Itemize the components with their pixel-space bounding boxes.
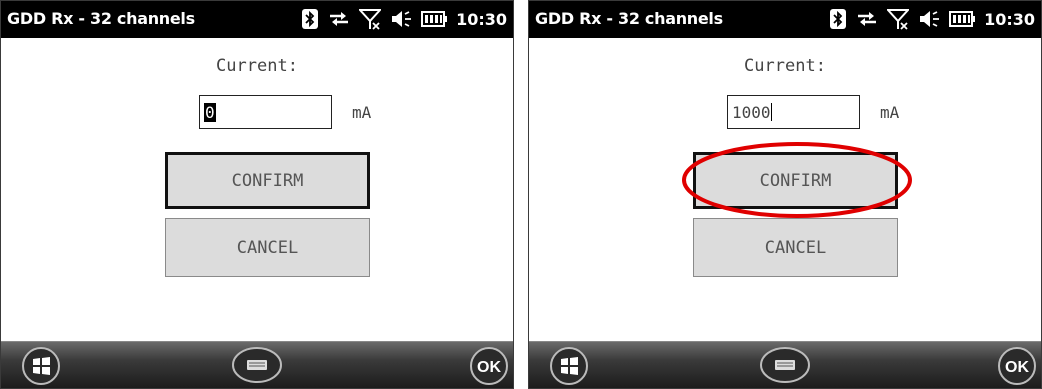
- speaker-icon: [920, 11, 940, 27]
- bottom-bar: OK: [529, 341, 1041, 388]
- speaker-icon: [392, 11, 412, 27]
- keyboard-icon[interactable]: [231, 346, 283, 384]
- bluetooth-icon: [302, 9, 319, 29]
- battery-icon: [949, 11, 976, 27]
- status-icons: 10:30: [829, 7, 1035, 31]
- keyboard-icon[interactable]: [759, 346, 811, 384]
- current-label: Current:: [744, 56, 826, 76]
- app-title: GDD Rx - 32 channels: [7, 9, 195, 28]
- current-input[interactable]: 1000: [727, 95, 860, 129]
- current-input-value: 0: [204, 103, 216, 122]
- clock: 10:30: [456, 9, 507, 29]
- unit-label: mA: [352, 103, 372, 122]
- title-bar: GDD Rx - 32 channels 10:30: [529, 1, 1041, 38]
- app-title: GDD Rx - 32 channels: [535, 9, 723, 28]
- status-icons: 10:30: [301, 7, 507, 31]
- cancel-button[interactable]: CANCEL: [693, 218, 898, 277]
- confirm-button[interactable]: CONFIRM: [165, 152, 370, 209]
- device-screen-right: GDD Rx - 32 channels 10:30 Current: 1000…: [528, 0, 1042, 389]
- device-screen-left: GDD Rx - 32 channels 10:30 Current: 0 mA…: [0, 0, 514, 389]
- bluetooth-icon: [830, 9, 847, 29]
- unit-label: mA: [880, 103, 900, 122]
- windows-start-icon[interactable]: [549, 346, 589, 386]
- ok-button[interactable]: OK: [997, 346, 1037, 386]
- no-signal-icon: [359, 9, 382, 30]
- ok-button[interactable]: OK: [469, 346, 509, 386]
- sync-arrows-icon: [858, 12, 877, 26]
- clock: 10:30: [984, 9, 1035, 29]
- sync-arrows-icon: [330, 12, 349, 26]
- text-caret: [770, 103, 772, 121]
- cancel-button[interactable]: CANCEL: [165, 218, 370, 277]
- current-input-value: 1000: [732, 103, 771, 122]
- windows-start-icon[interactable]: [21, 346, 61, 386]
- battery-icon: [421, 11, 448, 27]
- ok-label: OK: [477, 359, 501, 376]
- ok-label: OK: [1005, 359, 1029, 376]
- no-signal-icon: [887, 9, 910, 30]
- title-bar: GDD Rx - 32 channels 10:30: [1, 1, 513, 38]
- bottom-bar: OK: [1, 341, 513, 388]
- current-label: Current:: [216, 56, 298, 76]
- confirm-button[interactable]: CONFIRM: [693, 152, 898, 209]
- current-input[interactable]: 0: [199, 95, 332, 129]
